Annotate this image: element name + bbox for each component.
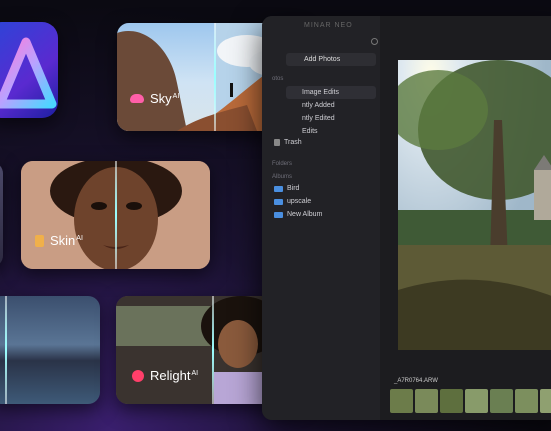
filmstrip-thumb[interactable] <box>465 389 488 413</box>
album-item-bird[interactable]: Bird <box>274 182 299 195</box>
tree-landscape-photo <box>388 60 551 350</box>
relight-bolt-icon <box>132 369 144 382</box>
filename-label: _A7R0764.ARW <box>394 378 438 384</box>
folder-icon <box>274 198 283 205</box>
sidebar-item-recently-edited[interactable]: ntly Edited <box>302 112 335 125</box>
folders-section-header: Folders <box>272 161 293 167</box>
seascape-feature-card <box>0 296 100 404</box>
filmstrip-thumb[interactable] <box>390 389 413 413</box>
sky-label: SkyAI <box>150 91 180 106</box>
app-window: MINAR NEO Add Photos otos Image Edits nt… <box>262 16 551 420</box>
app-logo <box>0 22 58 118</box>
filmstrip-thumb[interactable] <box>540 389 551 413</box>
sidebar-item-recently-added[interactable]: ntly Added <box>302 99 335 112</box>
cloud-icon <box>130 94 144 103</box>
search-icon[interactable] <box>371 38 378 45</box>
app-title: MINAR NEO <box>304 22 353 29</box>
partial-feature-card <box>0 162 3 267</box>
trash-icon <box>274 139 280 146</box>
skin-label: SkinAI <box>50 233 83 248</box>
folder-icon <box>274 211 283 218</box>
folder-icon <box>274 185 283 192</box>
skin-bottle-icon <box>35 234 44 247</box>
photo-viewer[interactable] <box>388 60 551 350</box>
album-item-new-album[interactable]: New Album <box>274 208 322 221</box>
albums-section-header: Albums <box>272 174 293 180</box>
sidebar-item-edits[interactable]: Edits <box>302 125 318 138</box>
photos-section-header: otos <box>272 76 284 82</box>
filmstrip-thumb[interactable] <box>415 389 438 413</box>
filmstrip-thumb[interactable] <box>515 389 538 413</box>
add-photos-button[interactable]: Add Photos <box>286 53 376 66</box>
sidebar: MINAR NEO Add Photos otos Image Edits nt… <box>262 16 380 420</box>
sidebar-item-trash[interactable]: Trash <box>274 136 302 149</box>
skin-feature-card: SkinAI <box>21 161 210 269</box>
relight-label: RelightAI <box>150 368 199 383</box>
prism-logo-icon <box>0 37 57 109</box>
sidebar-item-image-edits[interactable]: Image Edits <box>286 86 376 99</box>
filmstrip-thumb[interactable] <box>490 389 513 413</box>
filmstrip-thumb[interactable] <box>440 389 463 413</box>
album-item-upscale[interactable]: upscale <box>274 195 311 208</box>
